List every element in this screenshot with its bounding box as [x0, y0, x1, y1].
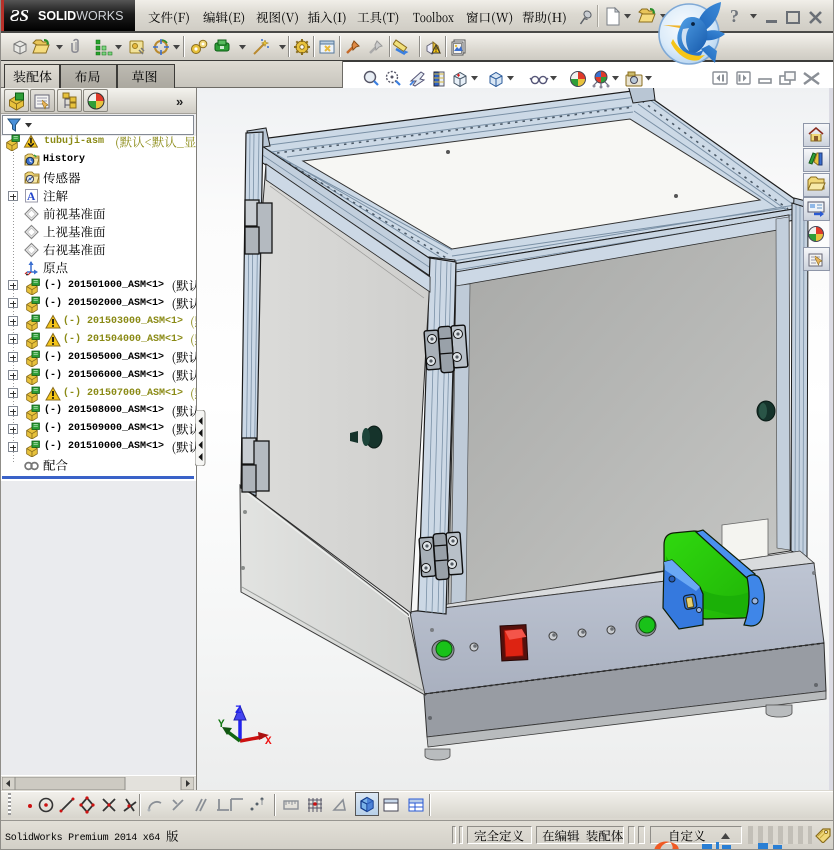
- svg-text:?: ?: [730, 7, 739, 26]
- svg-text:!: !: [435, 48, 437, 54]
- svg-text:Z: Z: [235, 705, 242, 717]
- svg-text:Y: Y: [218, 719, 225, 731]
- svg-text:ƧS: ƧS: [10, 6, 29, 25]
- svg-text:SOLIDWORKS: SOLIDWORKS: [38, 9, 123, 23]
- svg-text:X: X: [265, 736, 272, 748]
- svg-text:A: A: [27, 191, 36, 203]
